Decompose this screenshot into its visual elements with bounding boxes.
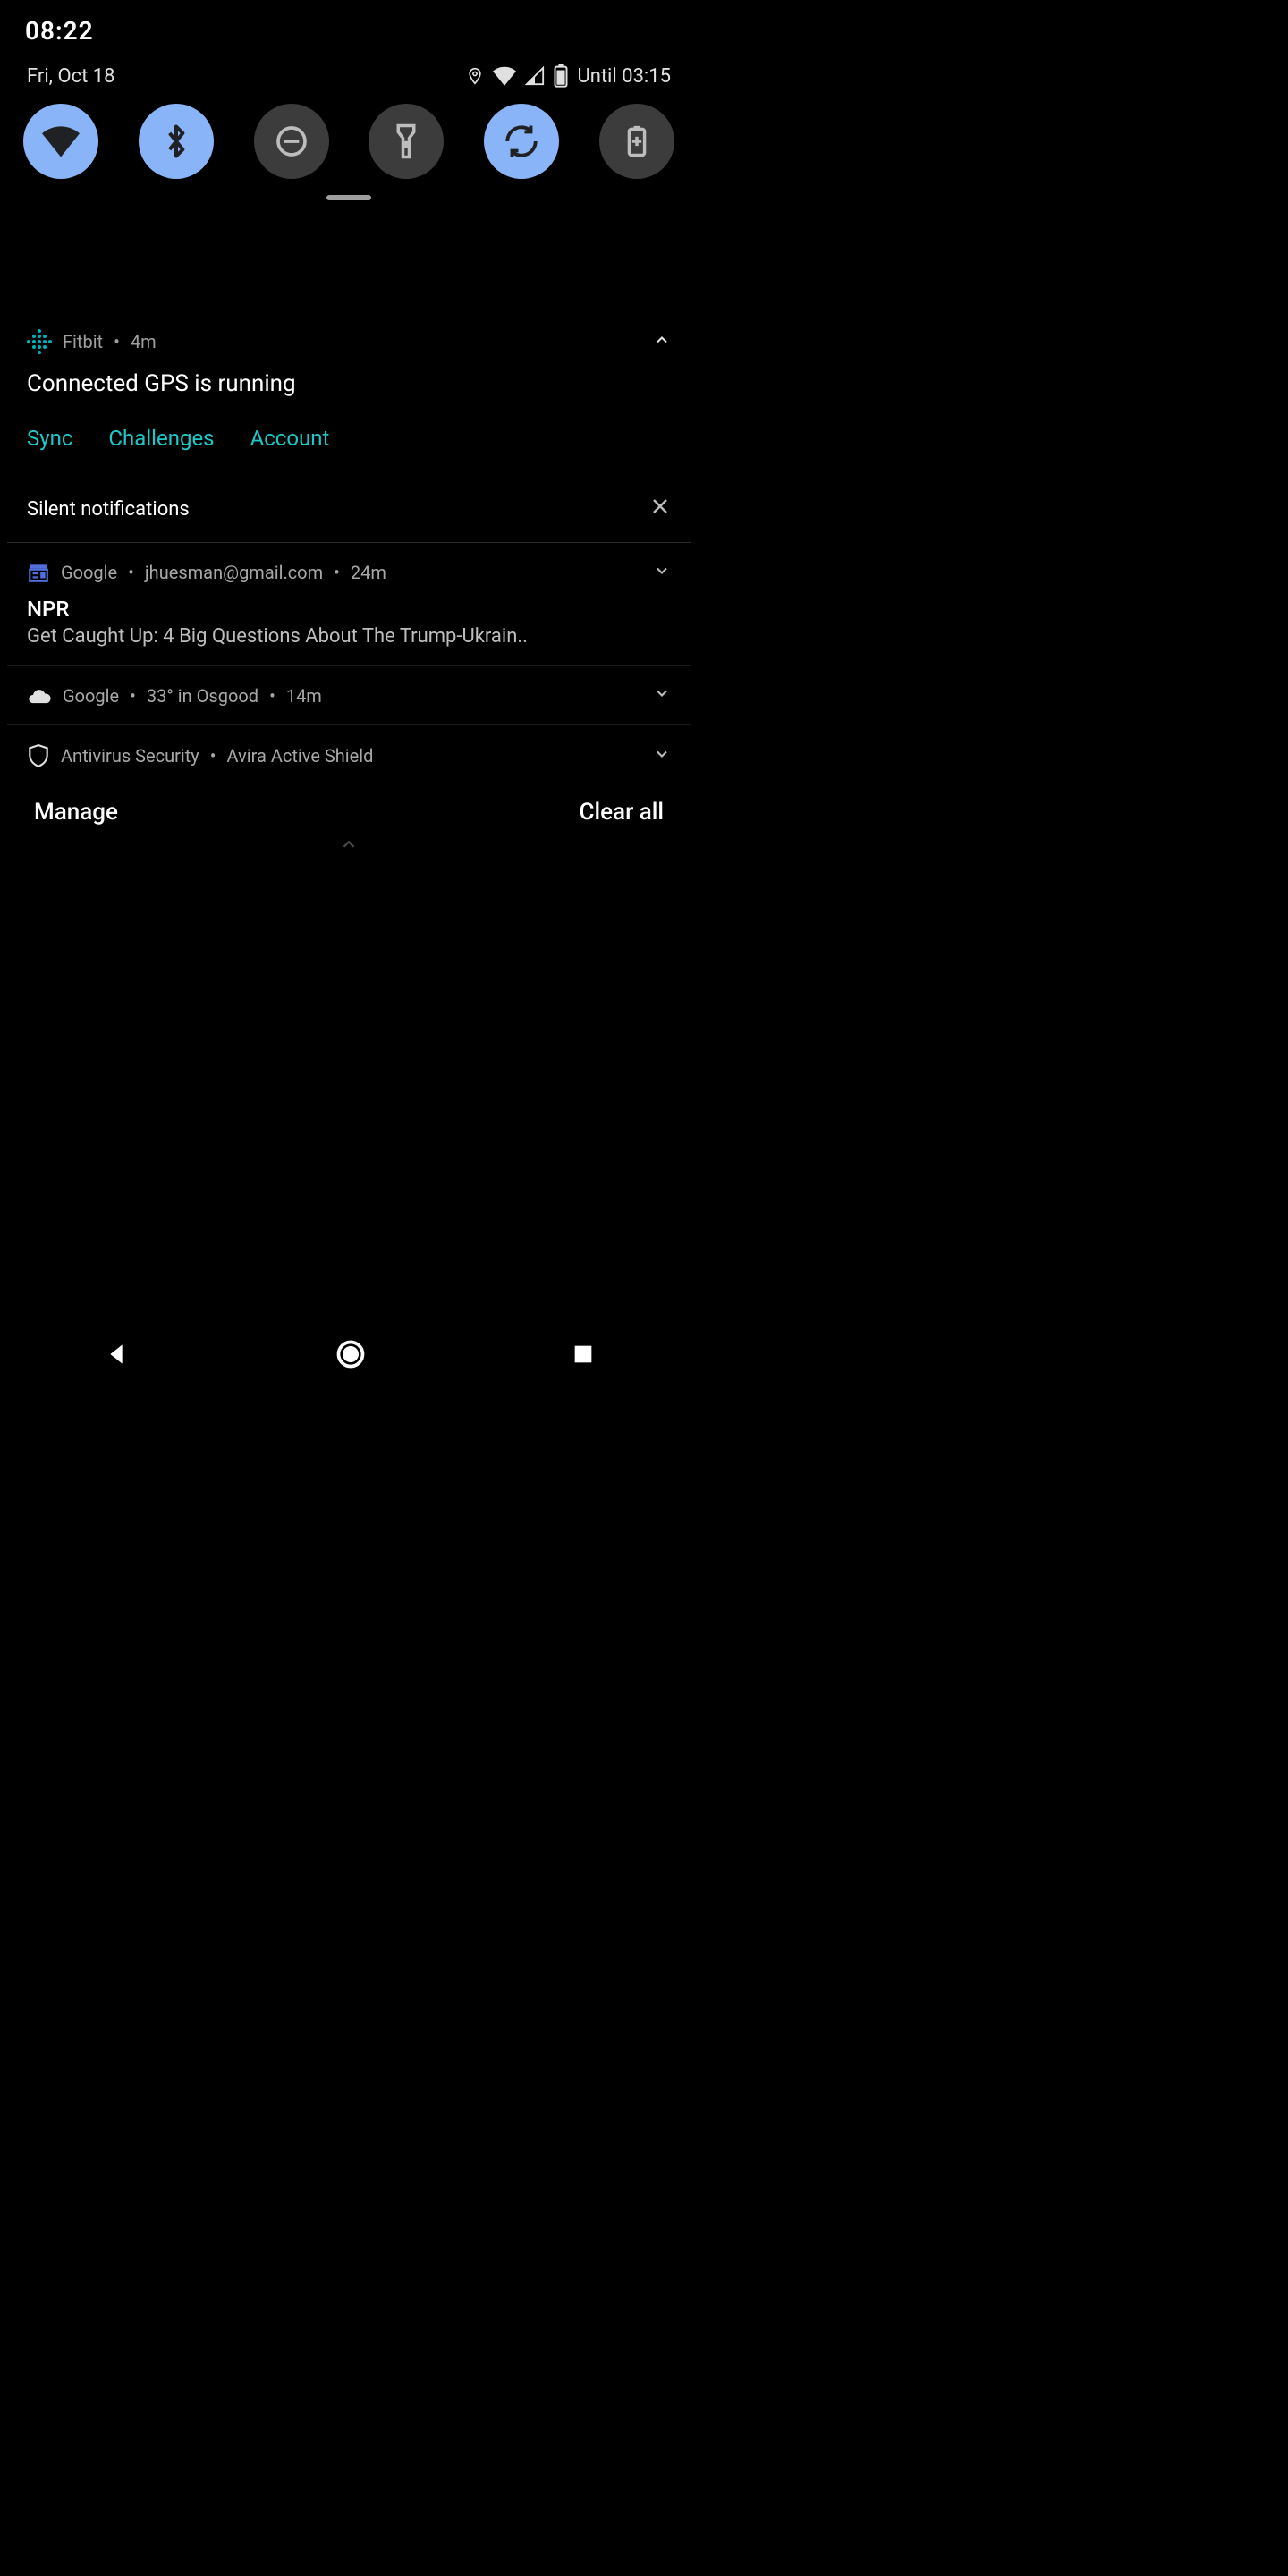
collapse-icon[interactable] [653, 331, 671, 353]
fitbit-icon [27, 329, 52, 354]
notif-meta: jhuesman@gmail.com [145, 562, 323, 583]
notif-age: 4m [131, 331, 157, 352]
battery-icon [554, 64, 568, 88]
notif-age: 14m [286, 685, 322, 707]
notif-age: 24m [351, 562, 386, 583]
autorotate-icon [503, 123, 540, 160]
qs-tile-wifi[interactable] [23, 104, 98, 179]
clear-all-button[interactable]: Clear all [580, 799, 664, 826]
manage-button[interactable]: Manage [34, 799, 118, 826]
qs-tile-flashlight[interactable] [369, 104, 444, 179]
close-silent-icon[interactable] [649, 496, 671, 522]
shield-icon [27, 743, 50, 768]
location-icon [466, 65, 484, 87]
wifi-status-icon [493, 66, 516, 86]
news-icon [27, 561, 50, 584]
cloud-icon [27, 686, 52, 706]
quick-settings-panel[interactable]: Fri, Oct 18 Until 03:15 [7, 50, 691, 209]
news-headline: Get Caught Up: 4 Big Questions About The… [27, 625, 671, 648]
navigation-bar [0, 1329, 698, 1383]
qs-expand-handle[interactable] [326, 195, 371, 200]
notification-antivirus[interactable]: Antivirus Security • Avira Active Shield [7, 725, 691, 786]
battery-saver-icon [626, 123, 648, 159]
qs-date: Fri, Oct 18 [27, 65, 115, 88]
qs-tile-autorotate[interactable] [484, 104, 559, 179]
notif-app-name: Fitbit [63, 331, 103, 352]
qs-tile-dnd[interactable] [254, 104, 329, 179]
notif-actions: Sync Challenges Account [27, 426, 671, 451]
dnd-icon [274, 123, 309, 159]
notification-google-news[interactable]: Google • jhuesman@gmail.com • 24m NPR Ge… [7, 543, 691, 666]
expand-icon[interactable] [653, 684, 671, 707]
nav-home-button[interactable] [335, 1338, 367, 1374]
notif-app-name: Antivirus Security [61, 745, 199, 767]
qs-tile-bluetooth[interactable] [139, 104, 214, 179]
flashlight-icon [394, 123, 418, 160]
notification-google-weather[interactable]: Google • 33° in Osgood • 14m [7, 666, 691, 725]
expand-icon[interactable] [653, 745, 671, 767]
cellular-icon [525, 66, 545, 86]
notif-meta: Avira Active Shield [227, 745, 374, 767]
expand-icon[interactable] [653, 562, 671, 584]
home-caret-up [7, 835, 691, 858]
qs-tile-battery-saver[interactable] [599, 104, 674, 179]
news-source: NPR [27, 597, 671, 622]
battery-until-text: Until 03:15 [577, 65, 671, 88]
bluetooth-icon [165, 122, 188, 161]
wifi-icon [42, 125, 80, 157]
nav-recent-button[interactable] [571, 1342, 596, 1370]
notif-action-account[interactable]: Account [250, 426, 330, 451]
notif-action-challenges[interactable]: Challenges [108, 426, 214, 451]
status-icons: Until 03:15 [466, 64, 671, 88]
notification-list: Fitbit • 4m Connected GPS is running Syn… [7, 311, 691, 858]
silent-header: Silent notifications [27, 498, 190, 521]
notif-meta: 33° in Osgood [147, 685, 258, 707]
shade-footer: Manage Clear all [7, 793, 691, 826]
status-bar-time: 08:22 [25, 16, 94, 46]
notif-title: Connected GPS is running [27, 370, 671, 397]
notif-app-name: Google [61, 562, 117, 583]
nav-back-button[interactable] [102, 1340, 131, 1372]
chevron-up-icon [339, 835, 359, 854]
notif-action-sync[interactable]: Sync [27, 426, 72, 451]
notif-app-name: Google [63, 685, 119, 707]
notification-fitbit[interactable]: Fitbit • 4m Connected GPS is running Syn… [7, 311, 691, 469]
silent-notifications-section: Silent notifications Google • jhuesman@g… [7, 476, 691, 786]
